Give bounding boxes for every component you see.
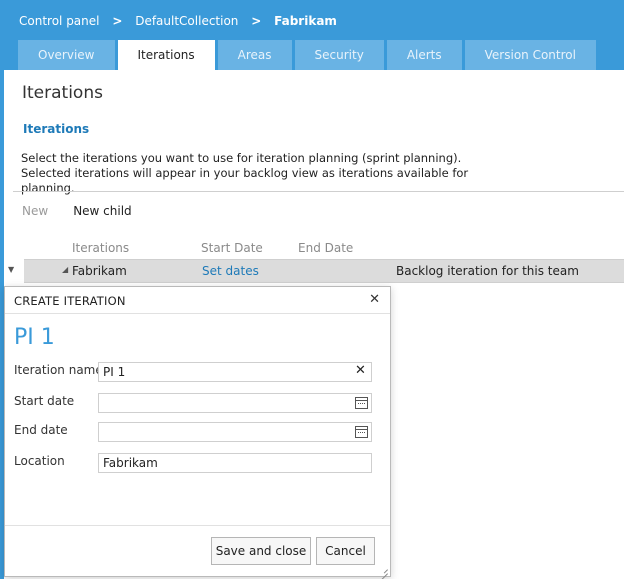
backlog-note: Backlog iteration for this team xyxy=(396,264,579,278)
resize-grip-icon[interactable] xyxy=(378,564,388,574)
tab-iterations[interactable]: Iterations xyxy=(117,40,215,70)
breadcrumb-collection[interactable]: DefaultCollection xyxy=(135,14,238,28)
clear-icon[interactable]: ✕ xyxy=(355,363,366,378)
column-header-start-date[interactable]: Start Date xyxy=(201,241,263,255)
tab-areas[interactable]: Areas xyxy=(217,40,292,70)
location-label: Location xyxy=(14,454,65,468)
tab-alerts[interactable]: Alerts xyxy=(386,40,462,70)
create-iteration-dialog: CREATE ITERATION ✕ PI 1 Iteration name ✕… xyxy=(4,286,391,577)
tab-bar: Overview Iterations Areas Security Alert… xyxy=(18,40,599,70)
iteration-name-field[interactable] xyxy=(98,362,372,382)
save-and-close-button[interactable]: Save and close xyxy=(211,537,311,565)
cancel-button[interactable]: Cancel xyxy=(316,537,375,565)
grid-toolbar: New New child xyxy=(22,204,132,218)
iteration-name-label: Iteration name xyxy=(14,363,103,377)
triangle-down-icon[interactable]: ▼ xyxy=(8,265,14,274)
column-header-iterations[interactable]: Iterations xyxy=(72,241,129,255)
dialog-title: CREATE ITERATION xyxy=(14,294,126,308)
start-date-field[interactable] xyxy=(98,393,372,413)
divider xyxy=(13,191,624,192)
tab-overview[interactable]: Overview xyxy=(18,40,115,70)
collapse-triangle-icon[interactable]: ◢ xyxy=(62,265,68,274)
breadcrumb-separator: > xyxy=(112,14,123,28)
end-date-label: End date xyxy=(14,423,68,437)
page-description: Select the iterations you want to use fo… xyxy=(21,151,469,195)
new-button[interactable]: New xyxy=(22,204,48,218)
breadcrumb: Control panel > DefaultCollection > Fabr… xyxy=(19,14,337,28)
section-heading-iterations: Iterations xyxy=(23,122,90,136)
calendar-icon[interactable] xyxy=(355,397,368,409)
new-child-button[interactable]: New child xyxy=(73,204,131,218)
tab-version-control[interactable]: Version Control xyxy=(464,40,596,70)
breadcrumb-control-panel[interactable]: Control panel xyxy=(19,14,99,28)
set-dates-link[interactable]: Set dates xyxy=(202,264,259,278)
table-row[interactable]: ◢ Fabrikam Set dates Backlog iteration f… xyxy=(24,259,624,283)
end-date-field[interactable] xyxy=(98,422,372,442)
start-date-label: Start date xyxy=(14,394,75,408)
breadcrumb-separator: > xyxy=(251,14,262,28)
dialog-divider xyxy=(5,313,390,314)
dialog-footer-divider xyxy=(5,525,390,526)
dialog-heading: PI 1 xyxy=(14,325,55,350)
iteration-name-cell: Fabrikam xyxy=(72,264,127,278)
location-field[interactable] xyxy=(98,453,372,473)
breadcrumb-current: Fabrikam xyxy=(274,14,337,28)
top-bar: Control panel > DefaultCollection > Fabr… xyxy=(0,0,624,70)
column-header-end-date[interactable]: End Date xyxy=(298,241,353,255)
tab-security[interactable]: Security xyxy=(294,40,384,70)
close-icon[interactable]: ✕ xyxy=(369,292,380,307)
page-title: Iterations xyxy=(22,83,103,103)
calendar-icon[interactable] xyxy=(355,426,368,438)
